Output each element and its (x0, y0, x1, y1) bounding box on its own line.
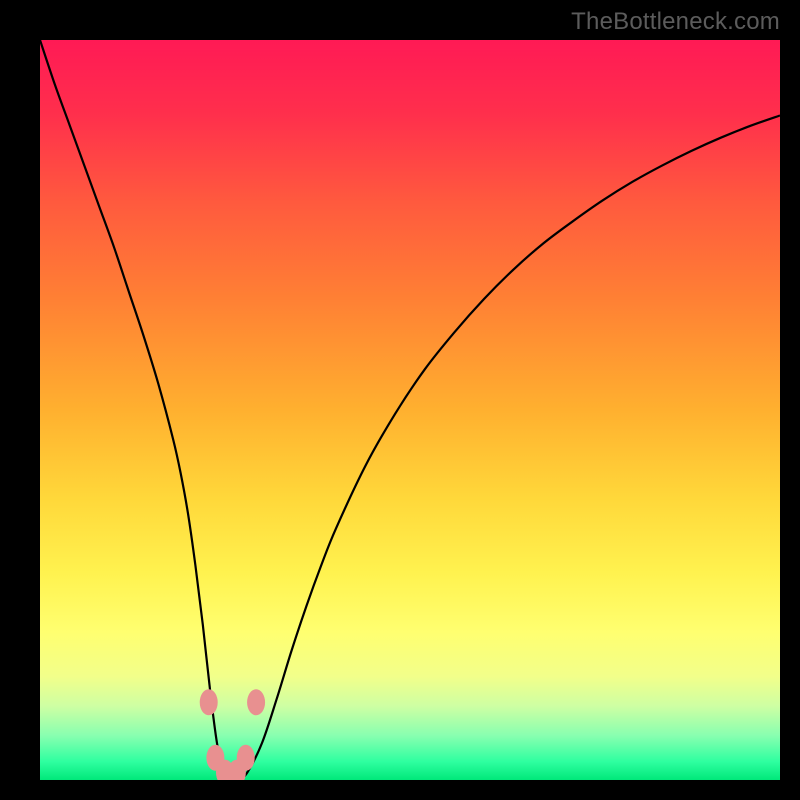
watermark-text: TheBottleneck.com (571, 8, 780, 36)
plot-area (40, 40, 780, 780)
curve-line (40, 40, 780, 778)
chart-frame: TheBottleneck.com (0, 0, 800, 800)
bottleneck-curve (40, 40, 780, 780)
marker-dot (237, 745, 255, 771)
marker-dot (247, 689, 265, 715)
marker-dot (200, 689, 218, 715)
curve-markers (200, 689, 265, 780)
